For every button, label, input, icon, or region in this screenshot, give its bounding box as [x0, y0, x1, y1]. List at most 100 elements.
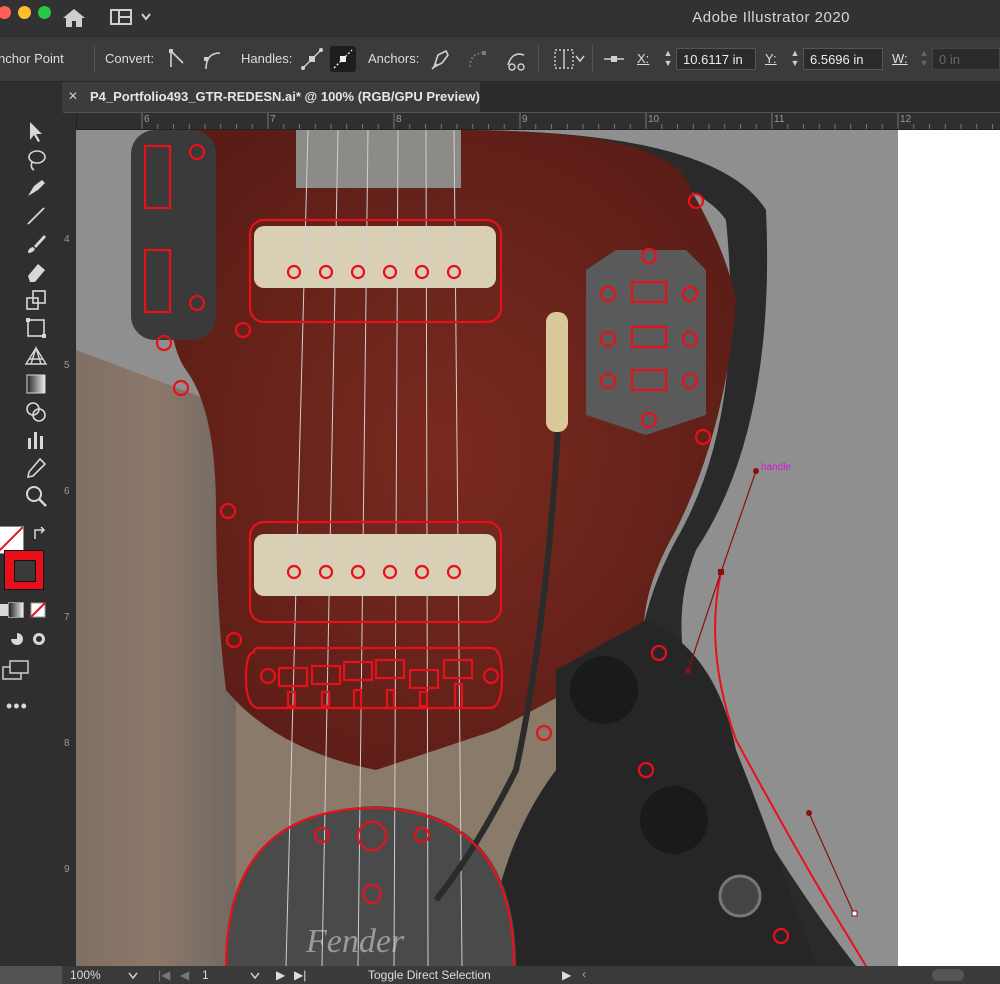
paintbrush-tool-icon[interactable]: [24, 232, 48, 256]
zoom-window-button[interactable]: [38, 6, 51, 19]
artboard-white-area: [898, 130, 1000, 966]
shape-builder-tool-icon[interactable]: [24, 400, 48, 424]
status-bar: 100% |◀ ◀ 1 ▶ ▶| Toggle Direct Selection…: [62, 966, 1000, 984]
none-mode-icon[interactable]: [30, 602, 46, 618]
connect-anchors-icon[interactable]: [466, 47, 490, 71]
close-window-button[interactable]: [0, 6, 11, 19]
width-field[interactable]: 0 in: [932, 48, 1000, 70]
free-transform-tool-icon[interactable]: [24, 316, 48, 340]
x-coordinate-field[interactable]: 10.6117 in: [676, 48, 756, 70]
selection-tool-icon[interactable]: [24, 120, 48, 144]
eyedropper-tool-icon[interactable]: [24, 456, 48, 480]
ruler-label: 4: [64, 234, 70, 245]
ruler-label: 6: [144, 114, 150, 125]
tool-name-label: nchor Point: [0, 51, 64, 66]
anchor-point[interactable]: [851, 910, 858, 917]
convert-smooth-icon[interactable]: [200, 47, 224, 71]
zoom-tool-icon[interactable]: [24, 484, 48, 508]
neck-pickup: [254, 226, 496, 288]
scale-tool-icon[interactable]: [24, 288, 48, 312]
handle-point[interactable]: [806, 810, 812, 816]
ruler-label: 8: [396, 114, 402, 125]
transform-reference-icon[interactable]: [602, 47, 626, 71]
align-to-icon[interactable]: [552, 47, 576, 71]
next-artboard-icon[interactable]: ▶: [276, 968, 285, 982]
control-bar: nchor Point Convert: Handles: Anchors: X…: [0, 37, 1000, 82]
gradient-mode-button[interactable]: [8, 602, 24, 618]
canvas[interactable]: Fender handle: [76, 130, 1000, 966]
hide-handles-icon: [333, 49, 353, 69]
eraser-tool-icon[interactable]: [24, 260, 48, 284]
ruler-ticks: [141, 113, 993, 129]
divider: [538, 45, 539, 73]
document-tab-title: P4_Portfolio493_GTR-REDESN.ai* @ 100% (R…: [90, 89, 480, 104]
cut-path-icon[interactable]: [504, 47, 528, 71]
minimize-window-button[interactable]: [18, 6, 31, 19]
divider: [94, 45, 95, 73]
document-tab[interactable]: ✕ P4_Portfolio493_GTR-REDESN.ai* @ 100% …: [62, 82, 480, 112]
workspace-switcher-icon[interactable]: [110, 9, 154, 25]
ruler-label: 10: [648, 114, 660, 125]
zoom-level[interactable]: 100%: [70, 968, 101, 982]
column-graph-tool-icon[interactable]: [24, 428, 48, 452]
y-stepper[interactable]: ▲ ▼: [789, 48, 801, 70]
handle-point[interactable]: [685, 668, 691, 674]
remove-anchor-icon[interactable]: [428, 47, 452, 71]
vertical-ruler[interactable]: 4 5 6 7 8 9: [62, 113, 77, 966]
draw-mode-icon[interactable]: [8, 630, 26, 648]
edit-toolbar-icon[interactable]: •••: [6, 696, 28, 717]
w-label: W:: [892, 51, 908, 66]
ruler-label: 5: [64, 360, 70, 371]
artboard-number-field[interactable]: 1: [202, 968, 209, 982]
stroke-swatch[interactable]: [4, 550, 44, 590]
handle-point[interactable]: [753, 468, 759, 474]
hide-handles-button[interactable]: [330, 46, 356, 72]
last-artboard-icon[interactable]: ▶|: [294, 968, 306, 982]
convert-corner-icon[interactable]: [165, 47, 189, 71]
output-jack: [718, 874, 762, 918]
artboard[interactable]: Fender handle: [76, 130, 1000, 966]
scroll-left-icon[interactable]: ‹: [582, 967, 586, 981]
show-handles-icon[interactable]: [300, 47, 324, 71]
line-tool-icon[interactable]: [24, 204, 48, 228]
screen-mode-icon[interactable]: [2, 660, 30, 680]
prev-artboard-icon[interactable]: ◀: [180, 968, 189, 982]
chevron-down-icon[interactable]: [575, 55, 585, 63]
guitar-neck: [296, 130, 461, 188]
gradient-tool-icon[interactable]: [24, 372, 48, 396]
lasso-tool-icon[interactable]: [24, 148, 48, 172]
handles-label: Handles:: [241, 51, 293, 66]
home-icon[interactable]: [62, 8, 86, 28]
title-bar: Adobe Illustrator 2020: [0, 0, 1000, 37]
fender-logo: Fender: [305, 923, 405, 960]
divider: [592, 45, 593, 73]
horizontal-ruler[interactable]: 6 7 8 9 10 11 12: [76, 113, 1000, 130]
ruler-label: 8: [64, 738, 70, 749]
draw-inside-icon[interactable]: [30, 630, 48, 648]
first-artboard-icon[interactable]: |◀: [158, 968, 170, 982]
ruler-label: 9: [64, 864, 70, 875]
anchors-label: Anchors:: [368, 51, 420, 66]
chevron-down-icon[interactable]: [128, 972, 138, 980]
status-menu-icon[interactable]: ▶: [562, 968, 571, 982]
close-tab-icon[interactable]: ✕: [68, 89, 78, 103]
w-stepper[interactable]: ▲ ▼: [918, 48, 930, 70]
current-tool-status: Toggle Direct Selection: [368, 968, 491, 982]
ruler-label: 12: [900, 114, 912, 125]
tools-panel: •••: [0, 82, 63, 966]
control-plate-left: [131, 130, 216, 340]
perspective-grid-tool-icon[interactable]: [24, 344, 48, 368]
chevron-down-icon[interactable]: [250, 972, 260, 980]
x-stepper[interactable]: ▲ ▼: [662, 48, 674, 70]
anchor-point[interactable]: [718, 569, 724, 575]
curvature-tool-icon[interactable]: [24, 176, 48, 200]
swap-fill-stroke-icon[interactable]: [32, 526, 48, 542]
ruler-label: 9: [522, 114, 528, 125]
y-coordinate-field[interactable]: 6.5696 in: [803, 48, 883, 70]
horizontal-scrollbar[interactable]: [932, 969, 964, 981]
y-label: Y:: [765, 51, 777, 66]
switch-plate: [586, 250, 706, 435]
convert-label: Convert:: [105, 51, 155, 66]
tremolo-tip: [546, 312, 568, 432]
app-title: Adobe Illustrator 2020: [692, 9, 850, 26]
